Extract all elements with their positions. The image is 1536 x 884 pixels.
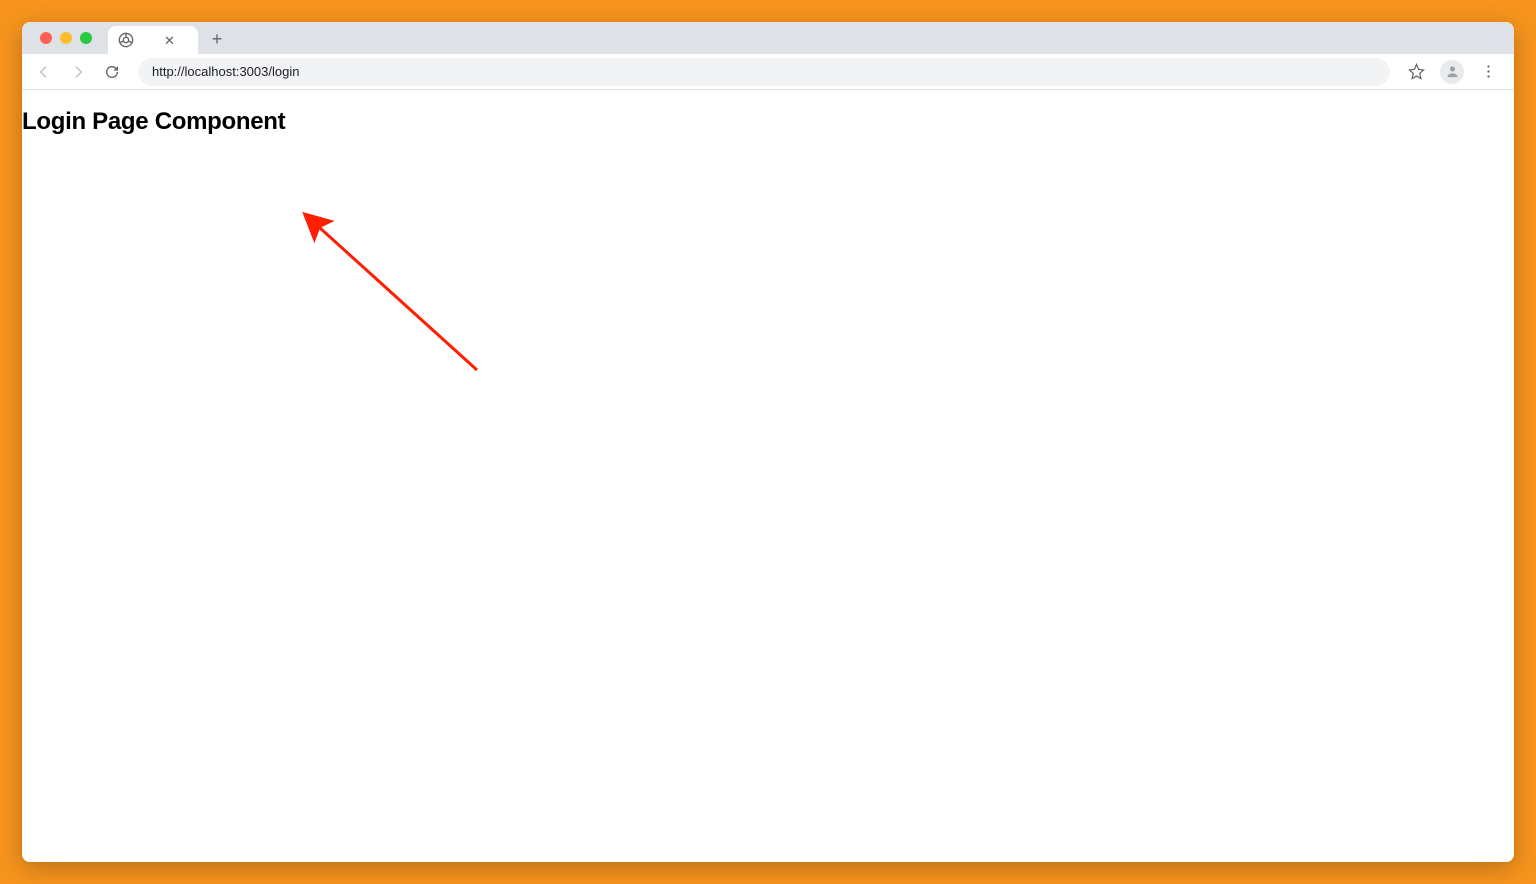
annotation-arrow-icon (302, 210, 522, 410)
star-icon (1408, 63, 1425, 80)
page-viewport: Login Page Component (22, 90, 1514, 862)
nav-reload-button[interactable] (98, 58, 126, 86)
arrow-left-icon (36, 64, 52, 80)
plus-icon: + (212, 29, 223, 50)
page-heading: Login Page Component (22, 108, 1514, 136)
nav-forward-button[interactable] (64, 58, 92, 86)
profile-button[interactable] (1438, 58, 1466, 86)
address-bar[interactable] (138, 58, 1390, 86)
arrow-right-icon (70, 64, 86, 80)
tab-favicon-icon (118, 32, 134, 48)
browser-menu-button[interactable] (1474, 58, 1502, 86)
tab-strip: ✕ + (22, 22, 1514, 54)
browser-tab[interactable]: ✕ (108, 26, 198, 54)
browser-toolbar (22, 54, 1514, 90)
window-controls (32, 22, 100, 54)
browser-window: ✕ + (22, 22, 1514, 862)
nav-back-button[interactable] (30, 58, 58, 86)
tab-close-icon[interactable]: ✕ (164, 34, 175, 47)
window-minimize-button[interactable] (60, 32, 72, 44)
toolbar-right (1402, 58, 1506, 86)
profile-avatar (1440, 60, 1464, 84)
reload-icon (104, 64, 120, 80)
window-maximize-button[interactable] (80, 32, 92, 44)
bookmark-button[interactable] (1402, 58, 1430, 86)
window-close-button[interactable] (40, 32, 52, 44)
new-tab-button[interactable]: + (204, 26, 230, 52)
kebab-menu-icon (1480, 63, 1497, 80)
url-input[interactable] (152, 64, 1376, 79)
person-icon (1445, 64, 1460, 79)
